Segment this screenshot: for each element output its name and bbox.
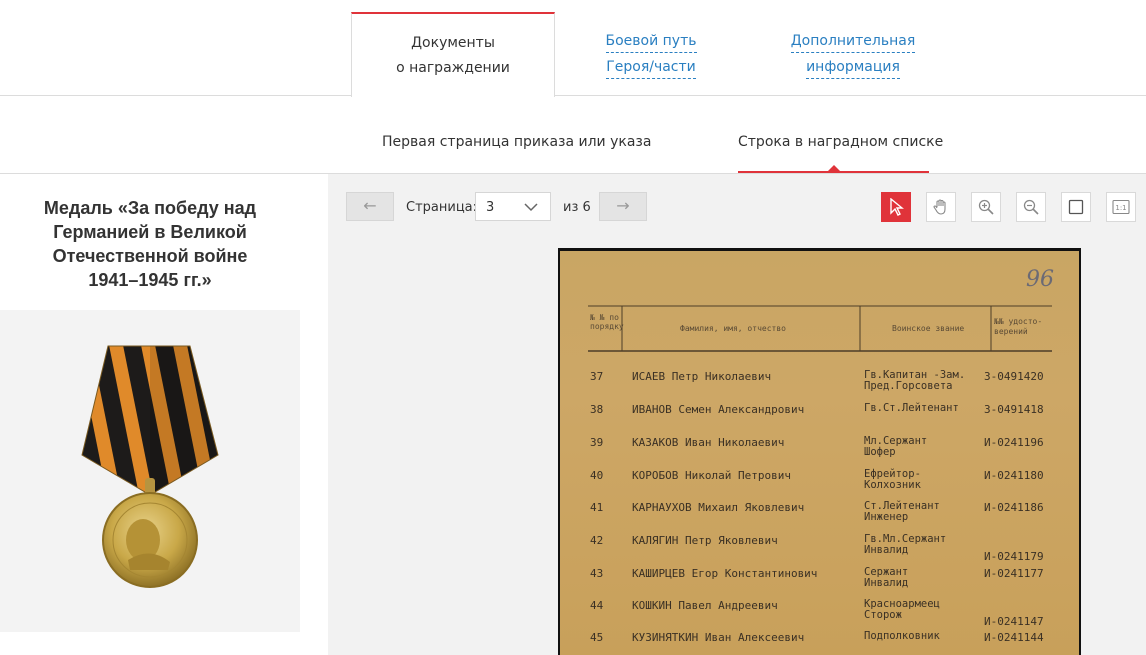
table-row: 42 КАЛЯГИН Петр Яковлевич Гв.Мл.Сержант …: [560, 534, 1079, 566]
table-row: 43 КАШИРЦЕВ Егор Константинович Сержант …: [560, 567, 1079, 599]
row-number: 41: [590, 501, 604, 514]
award-title-line: 1941–1945 гг.»: [88, 270, 212, 290]
header-name: Фамилия, имя, отчество: [680, 324, 786, 333]
award-panel: Медаль «За победу над Германией в Велико…: [0, 174, 328, 655]
header-number: № № по порядку: [590, 313, 624, 331]
hand-tool-button[interactable]: [926, 192, 956, 222]
tab-additional-info[interactable]: Дополнительная информация: [770, 12, 936, 96]
row-number: 44: [590, 599, 604, 612]
hand-icon: [933, 199, 946, 215]
table-row: 38 ИВАНОВ Семен Александрович Гв.Ст.Лейт…: [560, 403, 1079, 435]
zoom-in-icon: [978, 199, 994, 215]
table-row: 39 КАЗАКОВ Иван Николаевич Мл.Сержант Шо…: [560, 436, 1079, 468]
medal-image: [0, 310, 300, 632]
sub-tabs: Первая страница приказа или указа Строка…: [0, 96, 1146, 174]
row-name: КАЗАКОВ Иван Николаевич: [632, 436, 785, 449]
row-number: 38: [590, 403, 604, 416]
row-cert: И-0241147: [984, 615, 1044, 628]
prev-page-button[interactable]: ←: [346, 192, 394, 221]
row-rank: Ефрейтор- Колхозник: [864, 468, 921, 491]
actual-size-button[interactable]: 1:1: [1106, 192, 1136, 222]
tab-label-line1[interactable]: Дополнительная: [790, 30, 916, 53]
row-number: 40: [590, 469, 604, 482]
award-title-line: Германией в Великой: [53, 222, 247, 242]
row-cert: З-0491418: [984, 403, 1044, 416]
row-number: 37: [590, 370, 604, 383]
award-title-line: Медаль «За победу над: [43, 198, 257, 218]
row-rank: Мл.Сержант Шофер: [864, 435, 928, 458]
row-cert: И-0241186: [984, 501, 1044, 514]
page-label: Страница:: [406, 200, 478, 215]
row-cert: И-0241196: [984, 436, 1044, 449]
pointer-tool-button[interactable]: [881, 192, 911, 222]
row-name: ИВАНОВ Семен Александрович: [632, 403, 805, 416]
row-number: 43: [590, 567, 604, 580]
zoom-out-icon: [1023, 199, 1039, 215]
row-number: 39: [590, 436, 604, 449]
row-name: КАРНАУХОВ Михаил Яковлевич: [632, 501, 805, 514]
medal-icon: [81, 345, 219, 588]
row-name: КОРОБОВ Николай Петрович: [632, 469, 791, 482]
actual-size-icon: 1:1: [1112, 199, 1130, 215]
row-number: 45: [590, 631, 604, 644]
row-cert: И-0241180: [984, 469, 1044, 482]
row-rank: Ст.Лейтенант Инженер: [864, 500, 940, 523]
table-row: 37 ИСАЕВ Петр Николаевич Гв.Капитан -Зам…: [560, 370, 1079, 402]
row-name: КУЗИНЯТКИН Иван Алексеевич: [632, 631, 805, 644]
tab-label-line2[interactable]: информация: [806, 56, 900, 79]
row-cert: И-0241144: [984, 631, 1044, 644]
row-rank: Красноармеец Сторож: [864, 598, 940, 621]
header-rank: Воинское звание: [892, 324, 965, 333]
next-page-button[interactable]: →: [599, 192, 647, 221]
row-name: КАЛЯГИН Петр Яковлевич: [632, 534, 778, 547]
row-number: 42: [590, 534, 604, 547]
zoom-out-button[interactable]: [1016, 192, 1046, 222]
tab-label-line1: Документы: [411, 35, 495, 51]
page-select-value: 3: [486, 200, 495, 215]
document-page: 96 № № по порядку Фамилия, имя, отчество…: [560, 251, 1079, 655]
row-name: КАШИРЦЕВ Егор Константинович: [632, 567, 818, 580]
row-rank: Сержант Инвалид: [864, 566, 909, 589]
row-name: КОШКИН Павел Андреевич: [632, 599, 778, 612]
chevron-down-icon: [524, 200, 538, 218]
tab-label-line2[interactable]: Героя/части: [606, 56, 696, 79]
row-name: ИСАЕВ Петр Николаевич: [632, 370, 772, 383]
table-row: 41 КАРНАУХОВ Михаил Яковлевич Ст.Лейтена…: [560, 501, 1079, 533]
table-row: 40 КОРОБОВ Николай Петрович Ефрейтор- Ко…: [560, 469, 1079, 501]
row-cert: И-0241177: [984, 567, 1044, 580]
row-rank: Подполковник: [864, 630, 940, 642]
active-subtab-arrow: [827, 165, 841, 172]
tab-combat-path[interactable]: Боевой путь Героя/части: [583, 12, 719, 96]
fit-page-button[interactable]: [1061, 192, 1091, 222]
page-select[interactable]: 3: [475, 192, 551, 221]
pointer-icon: [890, 198, 904, 216]
award-title-line: Отечественной войне: [52, 246, 248, 266]
top-tabs: Документы о награждении Боевой путь Геро…: [0, 0, 1146, 97]
row-cert: И-0241179: [984, 550, 1044, 563]
tab-label-line2: о награждении: [396, 60, 510, 76]
row-rank: Гв.Мл.Сержант Инвалид: [864, 533, 947, 556]
document-scan[interactable]: 96 № № по порядку Фамилия, имя, отчество…: [558, 248, 1081, 655]
tab-award-documents[interactable]: Документы о награждении: [351, 12, 555, 97]
zoom-in-button[interactable]: [971, 192, 1001, 222]
document-viewer: ← Страница: 3 из 6 → 1:1 96 № № по поряд…: [328, 174, 1146, 655]
row-rank: Гв.Ст.Лейтенант: [864, 402, 959, 414]
page-count: из 6: [563, 200, 591, 215]
subtab-award-list-row[interactable]: Строка в наградном списке: [738, 134, 943, 150]
table-row: 45 КУЗИНЯТКИН Иван Алексеевич Подполковн…: [560, 631, 1079, 655]
fit-page-icon: [1068, 199, 1084, 215]
subtab-first-page[interactable]: Первая страница приказа или указа: [382, 134, 651, 150]
tab-label-line1[interactable]: Боевой путь: [605, 30, 697, 53]
header-cert: №№ удосто- верений: [994, 317, 1043, 336]
award-title: Медаль «За победу над Германией в Велико…: [20, 196, 280, 292]
table-row: 44 КОШКИН Павел Андреевич Красноармеец С…: [560, 599, 1079, 631]
row-cert: З-0491420: [984, 370, 1044, 383]
row-rank: Гв.Капитан -Зам. Пред.Горсовета: [864, 369, 966, 392]
svg-text:1:1: 1:1: [1115, 204, 1126, 212]
